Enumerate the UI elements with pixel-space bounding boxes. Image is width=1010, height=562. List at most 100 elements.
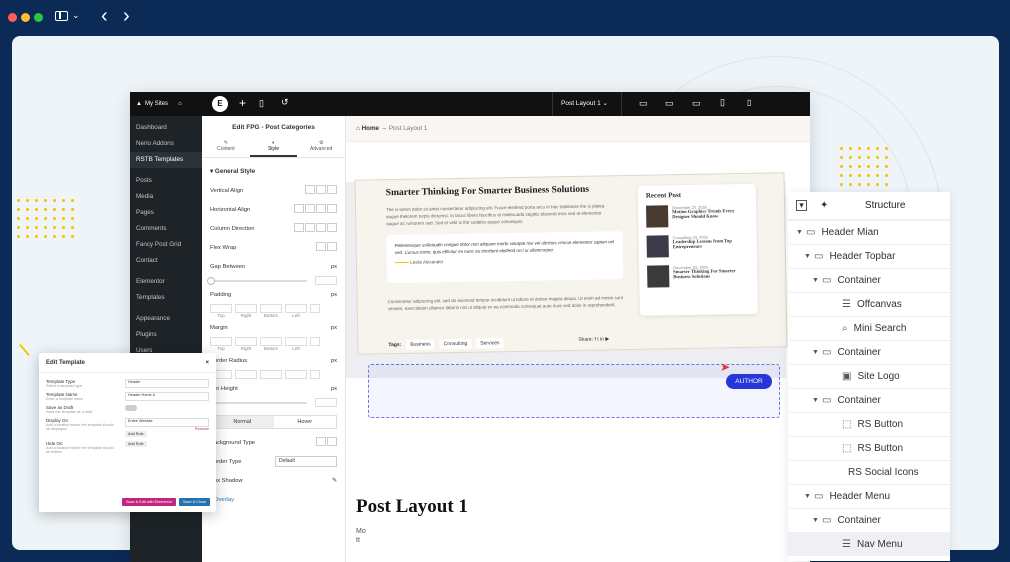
- tag-services[interactable]: Services: [476, 338, 504, 349]
- structure-item[interactable]: ▣ Site Logo: [788, 364, 950, 388]
- youtube-icon[interactable]: ▶: [605, 336, 609, 342]
- structure-item[interactable]: ⬚ RS Button: [788, 412, 950, 436]
- home-icon[interactable]: ⌂: [178, 101, 182, 107]
- padding-inputs[interactable]: [202, 304, 345, 313]
- wp-menu-appearance[interactable]: Appearance: [130, 311, 202, 327]
- back-icon[interactable]: ‹: [101, 6, 108, 26]
- margin-inputs[interactable]: [202, 337, 345, 346]
- structure-item[interactable]: ▼ ▭ Container: [788, 508, 950, 532]
- min-height-input[interactable]: [315, 398, 337, 407]
- pencil-icon[interactable]: ✎: [332, 478, 337, 484]
- box-shadow-control[interactable]: Box Shadow ✎: [202, 471, 345, 490]
- page-icon[interactable]: ▯: [259, 98, 264, 109]
- layout-select[interactable]: Post Layout 1 ⌄: [552, 92, 622, 116]
- tablet-icon[interactable]: ▯: [720, 97, 725, 108]
- wp-menu-fancy-post-grid[interactable]: Fancy Post Grid: [130, 237, 202, 253]
- close-window-dot[interactable]: [8, 13, 17, 22]
- recent-item[interactable]: Consulting 23, 2025 Leadership Lessons fr…: [646, 234, 749, 258]
- tab-content[interactable]: ✎ Content: [202, 137, 250, 157]
- add-icon[interactable]: +: [239, 96, 246, 110]
- chevron-down-icon[interactable]: ⌄: [72, 10, 80, 21]
- tab-hover[interactable]: Hover: [274, 416, 337, 428]
- wp-menu-contact[interactable]: Contact: [130, 253, 202, 269]
- border-radius-inputs[interactable]: [202, 370, 345, 379]
- min-height-slider[interactable]: [210, 401, 307, 404]
- maximize-window-dot[interactable]: [34, 13, 43, 22]
- add-rule-button[interactable]: Add Rule: [125, 441, 147, 447]
- tablet-landscape-icon[interactable]: ▭: [692, 98, 701, 109]
- wp-menu-posts[interactable]: Posts: [130, 173, 202, 189]
- sidebar-icon[interactable]: [55, 11, 68, 21]
- structure-item[interactable]: ▼ ▭ Container: [788, 388, 950, 412]
- structure-item[interactable]: ⬚ RS Button: [788, 436, 950, 460]
- tag-consulting[interactable]: Consulting: [439, 338, 472, 350]
- caret-down-icon[interactable]: ▼: [812, 277, 822, 284]
- wp-menu-comments[interactable]: Comments: [130, 221, 202, 237]
- gap-slider[interactable]: [207, 276, 307, 285]
- tab-style[interactable]: ◐ Style: [249, 137, 298, 157]
- structure-item[interactable]: ▼ ▭ Header Topbar: [788, 244, 950, 268]
- tab-normal[interactable]: Normal: [211, 416, 274, 428]
- history-icon[interactable]: ↺: [281, 97, 289, 108]
- caret-down-icon[interactable]: ▼: [812, 349, 822, 356]
- template-type-select[interactable]: Header: [125, 379, 209, 388]
- wp-menu-dashboard[interactable]: Dashboard: [130, 120, 202, 136]
- structure-item[interactable]: ☰ Offcanvas: [788, 292, 950, 316]
- laptop-icon[interactable]: ▭: [665, 98, 674, 109]
- recent-item[interactable]: December 23, 2025 Motion Graphics Trends …: [646, 204, 748, 228]
- sparkle-icon[interactable]: ✦: [820, 200, 828, 211]
- breadcrumb-home[interactable]: Home: [362, 125, 380, 132]
- structure-item[interactable]: RS Social Icons: [788, 460, 950, 484]
- border-type-select[interactable]: Default: [275, 456, 337, 467]
- draft-toggle[interactable]: [125, 405, 137, 411]
- structure-item[interactable]: ⌕ Mini Search: [788, 316, 950, 340]
- wp-menu-templates[interactable]: Templates: [130, 290, 202, 306]
- elementor-logo-icon[interactable]: E: [212, 96, 228, 112]
- template-name-input[interactable]: Header Home 6: [125, 392, 209, 401]
- tag-business[interactable]: Business: [406, 339, 435, 350]
- horizontal-align-control[interactable]: Horizontal Align: [202, 200, 345, 219]
- linkedin-icon[interactable]: in: [600, 336, 604, 342]
- wp-menu-rstb-templates[interactable]: RSTB Templates: [130, 152, 202, 168]
- save-edit-elementor-button[interactable]: Save & Edit with Elementor: [121, 498, 176, 506]
- home-icon[interactable]: ⌂: [356, 125, 360, 132]
- twitter-icon[interactable]: t: [597, 337, 598, 343]
- close-icon[interactable]: ×: [205, 360, 209, 366]
- desktop-icon[interactable]: ▭: [639, 98, 648, 109]
- facebook-icon[interactable]: f: [594, 337, 595, 343]
- save-close-button[interactable]: Save & Close: [178, 498, 210, 506]
- structure-item[interactable]: ▼ ▭ Container: [788, 340, 950, 364]
- wp-menu-plugins[interactable]: Plugins: [130, 327, 202, 343]
- my-sites-link[interactable]: My Sites: [145, 101, 168, 107]
- caret-down-icon[interactable]: ▼: [804, 253, 814, 260]
- background-type-control[interactable]: Background Type: [202, 433, 345, 452]
- author-badge[interactable]: AUTHOR: [726, 374, 772, 389]
- caret-down-icon[interactable]: ▼: [804, 493, 814, 500]
- minimize-window-dot[interactable]: [21, 13, 30, 22]
- add-rule-button[interactable]: Add Rule: [125, 431, 147, 437]
- column-direction-control[interactable]: Column Direction: [202, 219, 345, 238]
- forward-icon[interactable]: ›: [123, 6, 130, 26]
- structure-item[interactable]: ▼ ▭ Header Menu: [788, 484, 950, 508]
- mobile-icon[interactable]: ▯: [747, 98, 751, 107]
- section-general-style[interactable]: ▾ General Style: [202, 158, 345, 181]
- tab-advanced[interactable]: ⚙ Advanced: [297, 137, 345, 157]
- vertical-align-control[interactable]: Vertical Align: [202, 181, 345, 200]
- caret-down-icon[interactable]: ▼: [812, 397, 822, 404]
- wp-menu-pages[interactable]: Pages: [130, 205, 202, 221]
- wp-menu-media[interactable]: Media: [130, 189, 202, 205]
- drop-zone[interactable]: [368, 364, 780, 418]
- overlay-label[interactable]: Overlay: [202, 490, 345, 509]
- recent-item[interactable]: December 23, 2025 Smarter Thinking For Sm…: [647, 264, 749, 288]
- display-on-select[interactable]: Entire Website: [125, 418, 209, 427]
- structure-item[interactable]: ☰ Nav Menu: [788, 532, 950, 556]
- collapse-icon[interactable]: ▾: [796, 200, 807, 211]
- wp-menu-elementor[interactable]: Elementor: [130, 274, 202, 290]
- structure-item[interactable]: ▼ ▭ Header Mian: [788, 220, 950, 244]
- structure-item[interactable]: ▼ ▭ Container: [788, 268, 950, 292]
- flex-wrap-control[interactable]: Flex Wrap: [202, 238, 345, 257]
- wp-menu-nerio-addons[interactable]: Nerio Addons: [130, 136, 202, 152]
- caret-down-icon[interactable]: ▼: [796, 229, 806, 236]
- gap-input[interactable]: [315, 276, 337, 285]
- border-type-control[interactable]: Border Type Default: [202, 452, 345, 471]
